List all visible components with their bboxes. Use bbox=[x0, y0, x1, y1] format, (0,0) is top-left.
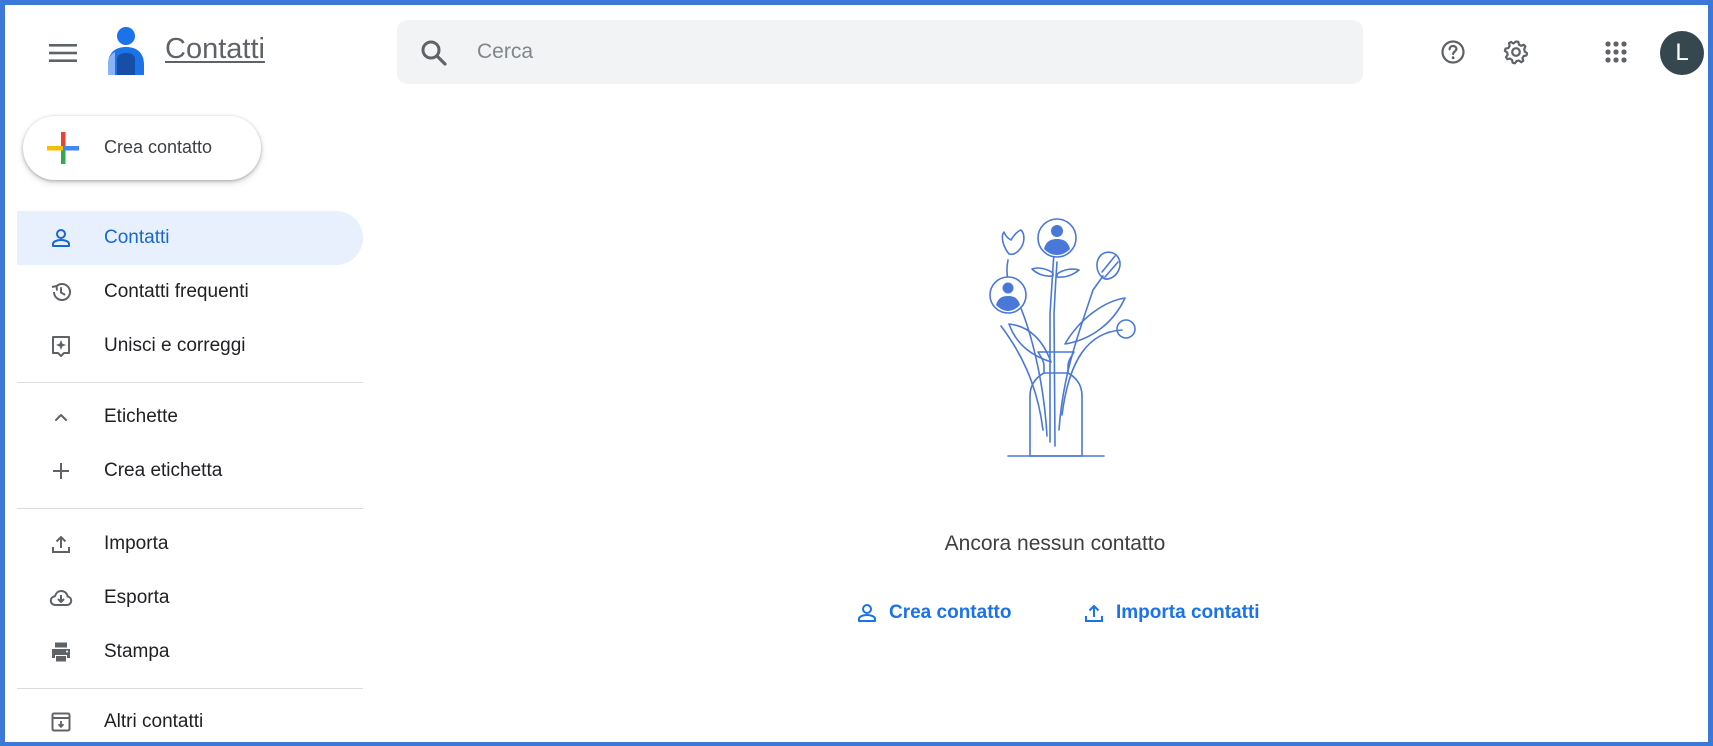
account-avatar[interactable]: L bbox=[1660, 31, 1704, 75]
empty-state-illustration bbox=[989, 218, 1136, 457]
sidebar-item-label: Importa bbox=[104, 533, 169, 554]
app-title[interactable]: Contatti bbox=[165, 33, 265, 66]
sidebar-item-contatti-frequenti[interactable]: Contatti frequenti bbox=[17, 265, 363, 319]
create-contact-link-label: Crea contatto bbox=[889, 602, 1012, 623]
help-button[interactable] bbox=[1436, 35, 1470, 69]
archive-icon bbox=[51, 712, 71, 732]
upload-icon bbox=[1085, 605, 1103, 622]
search-input[interactable] bbox=[477, 32, 1337, 72]
create-contact-button[interactable]: Crea contatto bbox=[23, 116, 261, 180]
sidebar-item-importa[interactable]: Importa bbox=[17, 517, 363, 571]
sidebar-item-crea-etichetta[interactable]: Crea etichetta bbox=[17, 444, 363, 498]
menu-icon bbox=[49, 44, 77, 62]
sidebar-item-esporta[interactable]: Esporta bbox=[17, 571, 363, 625]
apps-grid-icon bbox=[1605, 41, 1627, 63]
app-frame: Contatti L bbox=[0, 0, 1713, 746]
sidebar-item-label: Contatti frequenti bbox=[104, 281, 249, 302]
history-icon bbox=[51, 283, 71, 301]
import-contacts-link[interactable]: Importa contatti bbox=[1082, 597, 1260, 629]
merge-icon bbox=[52, 336, 70, 357]
create-contact-label: Crea contatto bbox=[104, 137, 213, 157]
sidebar-item-label: Unisci e correggi bbox=[104, 335, 246, 356]
sidebar-item-label: Altri contatti bbox=[104, 711, 204, 732]
empty-state-message: Ancora nessun contatto bbox=[944, 532, 1166, 555]
colorful-plus-icon bbox=[47, 132, 79, 164]
sidebar-divider bbox=[17, 382, 363, 383]
person-icon bbox=[52, 229, 70, 247]
create-contact-link[interactable]: Crea contatto bbox=[855, 597, 1011, 629]
sidebar-item-etichette[interactable]: Etichette bbox=[17, 390, 363, 444]
sidebar-item-label: Esporta bbox=[104, 587, 170, 608]
sidebar-item-label: Etichette bbox=[104, 406, 178, 427]
person-icon bbox=[858, 604, 876, 622]
apps-button[interactable] bbox=[1599, 35, 1633, 69]
sidebar-item-contatti[interactable]: Contatti bbox=[17, 211, 363, 265]
sidebar-item-label: Crea etichetta bbox=[104, 460, 223, 481]
chevron-up-icon bbox=[55, 414, 67, 421]
printer-icon bbox=[52, 642, 70, 662]
sidebar-divider bbox=[17, 688, 363, 689]
sidebar-item-label: Contatti bbox=[104, 227, 170, 248]
upload-icon bbox=[52, 536, 70, 553]
cloud-download-icon bbox=[49, 590, 73, 606]
contacts-logo-icon bbox=[108, 27, 144, 75]
import-contacts-link-label: Importa contatti bbox=[1116, 602, 1260, 623]
sidebar-item-altri-contatti[interactable]: Altri contatti bbox=[17, 695, 363, 746]
settings-button[interactable] bbox=[1499, 35, 1533, 69]
help-icon bbox=[1441, 40, 1465, 64]
main-menu-button[interactable] bbox=[41, 35, 85, 71]
search-icon[interactable] bbox=[419, 38, 449, 68]
sidebar-item-label: Stampa bbox=[104, 641, 170, 662]
sidebar-item-stampa[interactable]: Stampa bbox=[17, 625, 363, 679]
search-bar[interactable] bbox=[397, 20, 1363, 84]
sidebar-item-unisci-correggi[interactable]: Unisci e correggi bbox=[17, 319, 363, 373]
plus-icon bbox=[53, 463, 69, 479]
sidebar-divider bbox=[17, 508, 363, 509]
settings-icon bbox=[1503, 40, 1529, 65]
